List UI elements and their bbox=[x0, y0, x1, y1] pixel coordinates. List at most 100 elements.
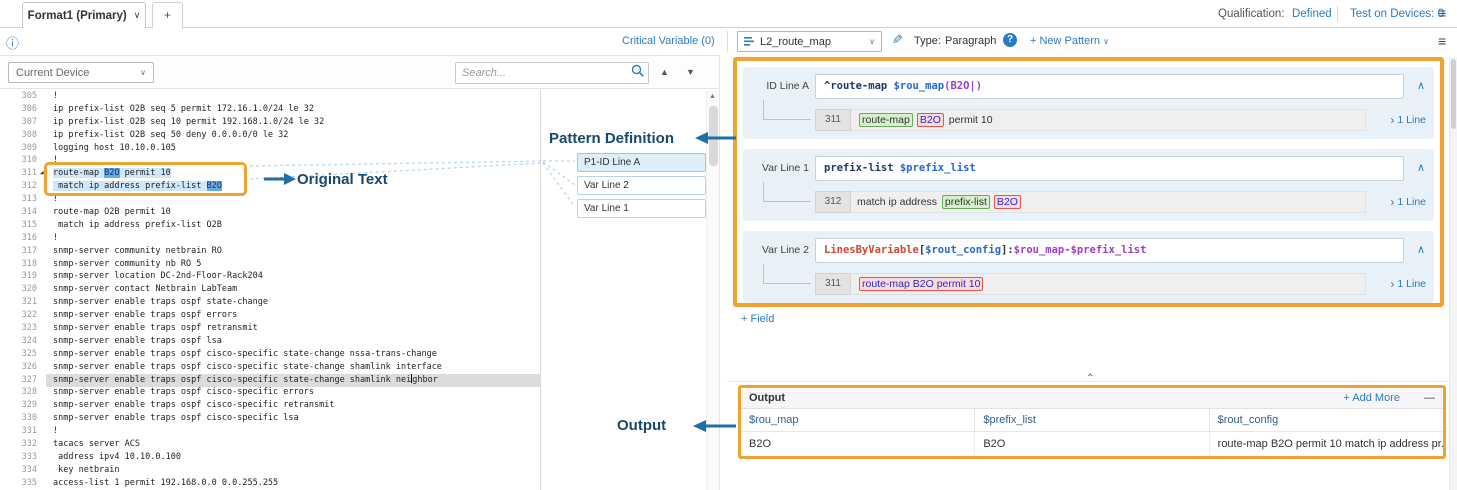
config-line[interactable]: 319snmp-server location DC-2nd-Floor-Rac… bbox=[0, 270, 540, 283]
config-line[interactable]: 310! bbox=[0, 154, 540, 167]
fold-marker-icon[interactable]: ◢ bbox=[40, 167, 44, 180]
right-scrollbar[interactable] bbox=[1449, 57, 1457, 490]
line-number: 317 bbox=[0, 245, 37, 258]
chevron-down-icon: ∨ bbox=[869, 37, 875, 46]
config-line[interactable]: 327snmp-server enable traps ospf cisco-s… bbox=[0, 374, 540, 387]
config-line[interactable]: 322snmp-server enable traps ospf errors bbox=[0, 309, 540, 322]
config-line[interactable]: 321snmp-server enable traps ospf state-c… bbox=[0, 296, 540, 309]
config-line[interactable]: 320snmp-server contact Netbrain LabTeam bbox=[0, 283, 540, 296]
config-line[interactable]: 314route-map O2B permit 10 bbox=[0, 206, 540, 219]
scrollbar-thumb[interactable] bbox=[1451, 59, 1456, 129]
search-icon[interactable] bbox=[628, 64, 648, 83]
add-tab-button[interactable]: + bbox=[152, 2, 183, 29]
connector-line bbox=[763, 182, 811, 202]
line-number: 320 bbox=[0, 283, 37, 296]
config-text: route-map O2B permit 10 bbox=[53, 206, 540, 219]
config-line[interactable]: 324snmp-server enable traps ospf lsa bbox=[0, 335, 540, 348]
config-line[interactable]: 318snmp-server community nb RO 5 bbox=[0, 258, 540, 271]
output-cell: B2O bbox=[975, 432, 1209, 456]
config-text-area[interactable]: 305!306ip prefix-list O2B seq 5 permit 1… bbox=[0, 90, 540, 490]
config-line[interactable]: 311◢route-map B2O permit 10 bbox=[0, 167, 540, 180]
output-column-header[interactable]: $rou_map bbox=[741, 409, 975, 431]
config-line[interactable]: 308ip prefix-list O2B seq 50 deny 0.0.0.… bbox=[0, 129, 540, 142]
expand-lines-link[interactable]: ›1 Line bbox=[1366, 191, 1428, 213]
config-line[interactable]: 325snmp-server enable traps ospf cisco-s… bbox=[0, 348, 540, 361]
config-panel-controls: Current Device ∨ ▲ ▼ bbox=[0, 56, 719, 89]
scroll-up-icon[interactable]: ▲ bbox=[709, 93, 716, 100]
config-line[interactable]: 313! bbox=[0, 193, 540, 206]
expand-lines-link[interactable]: ›1 Line bbox=[1366, 273, 1428, 295]
config-line[interactable]: 307ip prefix-list O2B seq 10 permit 192.… bbox=[0, 116, 540, 129]
config-line[interactable]: 312 match ip address prefix-list B2O bbox=[0, 180, 540, 193]
section-label: Var Line 1 bbox=[747, 162, 809, 174]
config-line[interactable]: 330snmp-server enable traps ospf cisco-s… bbox=[0, 412, 540, 425]
splitter-handle-icon[interactable]: ⌃ bbox=[1086, 373, 1094, 384]
config-text: snmp-server enable traps ospf errors bbox=[53, 309, 540, 322]
search-next-icon[interactable]: ▼ bbox=[686, 67, 695, 77]
collapse-section-icon[interactable]: ∧ bbox=[1417, 243, 1425, 256]
pattern-map-item[interactable]: Var Line 1 bbox=[577, 199, 706, 218]
line-number: 312 bbox=[0, 180, 37, 193]
pattern-selector-dropdown[interactable]: L2_route_map ∨ bbox=[737, 31, 882, 52]
menu-icon[interactable]: ≡ bbox=[1438, 34, 1446, 48]
config-line[interactable]: 306ip prefix-list O2B seq 5 permit 172.1… bbox=[0, 103, 540, 116]
config-line[interactable]: 317snmp-server community netbrain RO bbox=[0, 245, 540, 258]
test-on-devices-link[interactable]: Test on Devices: 0 bbox=[1350, 8, 1444, 20]
pattern-selector-value: L2_route_map bbox=[760, 36, 864, 48]
config-line[interactable]: 335access-list 1 permit 192.168.0.0 0.0.… bbox=[0, 477, 540, 490]
line-number: 332 bbox=[0, 438, 37, 451]
config-scrollbar[interactable]: ▲ bbox=[706, 90, 719, 490]
config-text: address ipv4 10.10.0.100 bbox=[53, 451, 540, 464]
tab-format1[interactable]: Format1 (Primary) ∨ bbox=[22, 2, 146, 29]
config-line[interactable]: 326snmp-server enable traps ospf cisco-s… bbox=[0, 361, 540, 374]
config-line[interactable]: 333 address ipv4 10.10.0.100 bbox=[0, 451, 540, 464]
search-input[interactable] bbox=[456, 67, 628, 79]
output-column-header[interactable]: $prefix_list bbox=[975, 409, 1209, 431]
line-number: 326 bbox=[0, 361, 37, 374]
config-text: ip prefix-list O2B seq 5 permit 172.16.1… bbox=[53, 103, 540, 116]
config-line[interactable]: 329snmp-server enable traps ospf cisco-s… bbox=[0, 399, 540, 412]
config-line[interactable]: 332tacacs server ACS bbox=[0, 438, 540, 451]
minimize-icon[interactable]: — bbox=[1424, 392, 1435, 404]
config-line[interactable]: 323snmp-server enable traps ospf retrans… bbox=[0, 322, 540, 335]
line-number: 311 bbox=[0, 167, 37, 180]
type-value: Paragraph bbox=[945, 35, 996, 47]
config-line[interactable]: 328snmp-server enable traps ospf cisco-s… bbox=[0, 386, 540, 399]
chevron-down-icon[interactable]: ∨ bbox=[134, 10, 141, 21]
config-text: snmp-server enable traps ospf cisco-spec… bbox=[53, 399, 540, 412]
search-prev-icon[interactable]: ▲ bbox=[660, 67, 669, 77]
chevron-down-icon: ∨ bbox=[140, 68, 146, 77]
add-field-button[interactable]: + Field bbox=[741, 313, 774, 325]
pattern-expression-input[interactable]: LinesByVariable[$rout_config]:$rou_map-$… bbox=[815, 238, 1404, 263]
collapse-section-icon[interactable]: ∧ bbox=[1417, 161, 1425, 174]
expand-lines-link[interactable]: ›1 Line bbox=[1366, 109, 1428, 131]
config-line[interactable]: 315 match ip address prefix-list O2B bbox=[0, 219, 540, 232]
config-text: ip prefix-list O2B seq 10 permit 192.168… bbox=[53, 116, 540, 129]
pattern-definition-panel: ID Line A^route-map $rou_map(B2O|)∧311ro… bbox=[733, 57, 1444, 307]
qualification-value-link[interactable]: Defined bbox=[1292, 8, 1332, 20]
help-icon[interactable]: ? bbox=[1003, 33, 1017, 47]
info-icon[interactable]: ⓘ bbox=[6, 33, 19, 52]
config-text: ! bbox=[53, 232, 540, 245]
scrollbar-thumb[interactable] bbox=[709, 106, 718, 166]
config-line[interactable]: 331! bbox=[0, 425, 540, 438]
collapse-section-icon[interactable]: ∧ bbox=[1417, 79, 1425, 92]
add-more-button[interactable]: + Add More bbox=[1343, 392, 1400, 404]
config-line[interactable]: 334 key netbrain bbox=[0, 464, 540, 477]
pattern-expression-input[interactable]: prefix-list $prefix_list bbox=[815, 156, 1404, 181]
config-line[interactable]: 316! bbox=[0, 232, 540, 245]
pattern-map-item[interactable]: P1-ID Line A bbox=[577, 153, 706, 172]
critical-variable-link[interactable]: Critical Variable (0) bbox=[622, 35, 715, 47]
new-pattern-button[interactable]: + New Pattern ∨ bbox=[1030, 35, 1109, 47]
config-line[interactable]: 309logging host 10.10.0.105 bbox=[0, 142, 540, 155]
output-column-header[interactable]: $rout_config bbox=[1210, 409, 1443, 431]
line-number: 319 bbox=[0, 270, 37, 283]
device-select-dropdown[interactable]: Current Device ∨ bbox=[8, 62, 154, 83]
pattern-expression-input[interactable]: ^route-map $rou_map(B2O|) bbox=[815, 74, 1404, 99]
config-line[interactable]: 305! bbox=[0, 90, 540, 103]
edit-pencil-icon[interactable]: ✎ bbox=[892, 32, 903, 48]
config-text: snmp-server enable traps ospf cisco-spec… bbox=[53, 348, 540, 361]
pattern-map-item[interactable]: Var Line 2 bbox=[577, 176, 706, 195]
line-number: 310 bbox=[0, 154, 37, 167]
menu-icon[interactable]: ≡ bbox=[1438, 6, 1446, 20]
